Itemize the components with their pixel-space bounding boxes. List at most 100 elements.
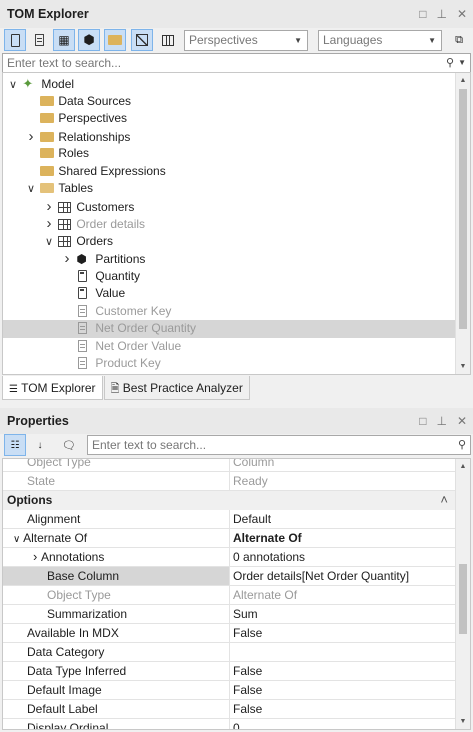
tab-best-practice-analyzer[interactable]: 🗎 Best Practice Analyzer (103, 376, 250, 400)
tree-item[interactable]: Quantity (3, 268, 456, 286)
property-name-label: Default Label (27, 702, 98, 716)
scroll-up-icon[interactable]: ▲ (456, 459, 470, 474)
property-value[interactable]: Sum (231, 605, 456, 623)
tree-item[interactable]: › ⬢ Partitions (3, 250, 456, 268)
property-row[interactable]: Object Type Alternate Of (3, 586, 456, 605)
tree-item[interactable]: Shared Expressions (3, 163, 456, 181)
chevron-right-icon[interactable]: › (33, 549, 41, 564)
tree-item[interactable]: › Relationships (3, 128, 456, 146)
show-hierarchies-button[interactable]: ▦ (53, 29, 75, 51)
tree-item[interactable]: Data Sources (3, 93, 456, 111)
property-grid-scrollbar[interactable]: ▲ ▼ (455, 459, 470, 729)
show-partitions-button[interactable]: ⬢ (78, 29, 100, 51)
property-value[interactable]: Alternate Of (231, 586, 456, 604)
chevron-down-icon[interactable]: ∨ (25, 181, 37, 199)
chevron-down-icon[interactable]: ∨ (13, 534, 23, 545)
tree-item[interactable]: › Customers (3, 198, 456, 216)
scroll-down-icon[interactable]: ▼ (456, 359, 470, 374)
tree-item[interactable]: Roles (3, 145, 456, 163)
chevron-up-icon[interactable]: ˄ (440, 491, 448, 509)
property-grid[interactable]: Object Type Column State Ready Options ˄ Align… (2, 458, 471, 730)
chevron-right-icon[interactable]: › (25, 128, 37, 146)
property-name: Default Label (3, 700, 230, 718)
tree-item[interactable]: ∨ Orders (3, 233, 456, 251)
properties-search-input[interactable]: Enter text to search... ⚲ (87, 435, 471, 455)
calculator-icon (78, 269, 88, 282)
tom-search-input[interactable]: Enter text to search... ⚲ ▼ (2, 53, 471, 73)
property-row[interactable]: Display Ordinal 0 (3, 719, 456, 729)
chevron-down-icon[interactable]: ∨ (43, 234, 55, 252)
property-row[interactable]: Default Image False (3, 681, 456, 700)
chevron-right-icon[interactable]: › (61, 250, 73, 268)
scroll-thumb[interactable] (459, 564, 467, 634)
chevron-down-icon[interactable]: ▼ (458, 54, 466, 72)
property-value[interactable]: Alternate Of (231, 529, 456, 547)
pin-icon[interactable]: ⊥ (436, 408, 446, 434)
close-icon[interactable]: ✕ (457, 408, 467, 434)
property-value[interactable]: False (231, 624, 456, 642)
tree-item[interactable]: Net Order Value (3, 338, 456, 356)
tab-tom-explorer[interactable]: ☰ TOM Explorer (2, 376, 103, 400)
property-value[interactable]: False (231, 662, 456, 680)
pin-icon[interactable]: ⊥ (436, 0, 446, 28)
folder-icon (40, 148, 55, 158)
show-columns-button[interactable] (28, 29, 50, 51)
search-icon[interactable]: ⚲ (458, 436, 466, 454)
property-value[interactable]: False (231, 700, 456, 718)
tom-tree[interactable]: ∨ ✦ Model Data Sources Perspectives › Rela… (2, 72, 471, 375)
property-row[interactable]: Alignment Default (3, 510, 456, 529)
tree-item[interactable]: Customer Key (3, 303, 456, 321)
property-value[interactable]: Order details[Net Order Quantity] (231, 567, 456, 585)
categorized-button[interactable]: ☷ (4, 434, 26, 456)
close-icon[interactable]: ✕ (457, 0, 467, 28)
scroll-thumb[interactable] (459, 89, 467, 329)
property-value[interactable] (231, 643, 456, 661)
scroll-up-icon[interactable]: ▲ (456, 73, 470, 88)
property-row[interactable]: Data Type Inferred False (3, 662, 456, 681)
alphabetical-button[interactable]: ↓ (29, 434, 51, 456)
property-row[interactable]: Base Column Order details[Net Order Quant… (3, 567, 456, 586)
property-row[interactable]: Summarization Sum (3, 605, 456, 624)
display-folders-button[interactable] (104, 29, 126, 51)
chevron-right-icon[interactable]: › (43, 215, 55, 233)
annotations-button[interactable]: 🗨 (58, 434, 80, 456)
window-position-icon[interactable]: □ (419, 408, 426, 434)
property-value[interactable]: Ready (231, 472, 456, 490)
tree-item[interactable]: Value (3, 285, 456, 303)
tree-item[interactable]: Perspectives (3, 110, 456, 128)
tree-item-label: Net Order Value (95, 338, 182, 353)
calculator-icon (78, 287, 88, 299)
property-category[interactable]: Options ˄ (3, 491, 456, 510)
property-row[interactable]: › Annotations 0 annotations (3, 548, 456, 567)
tree-item[interactable]: ∨ Tables (3, 180, 456, 198)
property-row[interactable]: Default Label False (3, 700, 456, 719)
property-row[interactable]: Available In MDX False (3, 624, 456, 643)
languages-dropdown[interactable]: Languages ▼ (318, 30, 442, 51)
tree-item[interactable]: › Order details (3, 215, 456, 233)
scroll-down-icon[interactable]: ▼ (456, 714, 470, 729)
property-row[interactable]: Data Category (3, 643, 456, 662)
window-position-icon[interactable]: □ (419, 0, 426, 28)
tree-item[interactable]: ∨ ✦ Model (3, 75, 456, 93)
search-icon[interactable]: ⚲ (446, 54, 454, 72)
show-measures-button[interactable] (4, 29, 26, 51)
columns-view-button[interactable] (157, 29, 179, 51)
perspectives-dropdown[interactable]: Perspectives ▼ (184, 30, 308, 51)
chevron-right-icon[interactable]: › (43, 198, 55, 216)
property-row[interactable]: Object Type Column (3, 459, 456, 472)
tree-item[interactable]: Net Order Quantity (3, 320, 456, 338)
show-hidden-button[interactable] (131, 29, 153, 51)
tree-item-label: Shared Expressions (58, 163, 166, 178)
property-value[interactable]: Column (231, 459, 456, 471)
copy-button[interactable]: ⧉ (448, 29, 470, 51)
property-row[interactable]: State Ready (3, 472, 456, 491)
property-value[interactable]: 0 (231, 719, 456, 729)
property-row[interactable]: ∨ Alternate Of Alternate Of (3, 529, 456, 548)
property-value[interactable]: 0 annotations (231, 548, 456, 566)
tree-scrollbar[interactable]: ▲ ▼ (455, 73, 470, 374)
property-name: › Annotations (3, 548, 230, 566)
property-name-label: Available In MDX (27, 626, 119, 640)
property-value[interactable]: False (231, 681, 456, 699)
tree-item[interactable]: Product Key (3, 355, 456, 373)
property-value[interactable]: Default (231, 510, 456, 528)
